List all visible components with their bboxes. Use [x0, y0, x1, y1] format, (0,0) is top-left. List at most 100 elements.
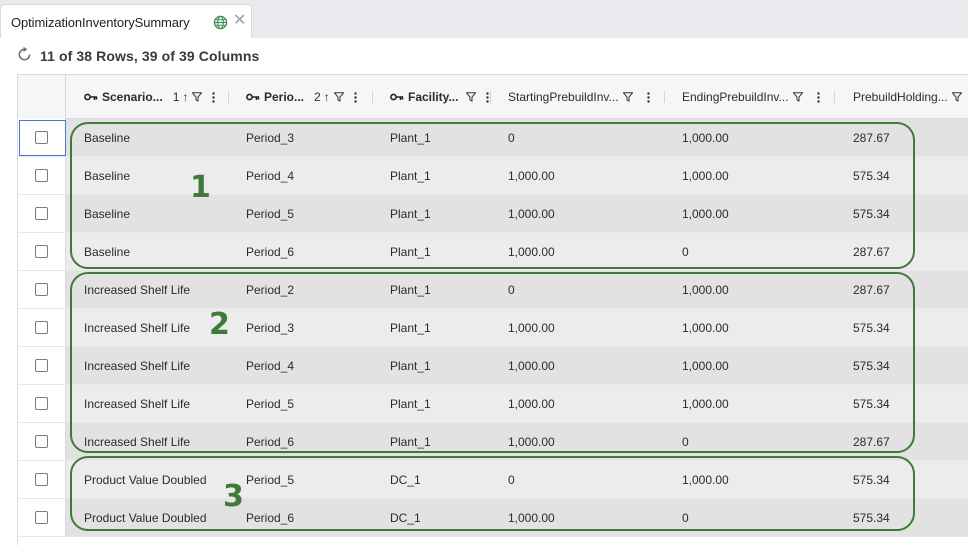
column-separator[interactable] — [834, 91, 835, 103]
cell-facility[interactable]: Plant_1 — [390, 119, 431, 156]
cell-facility[interactable]: Plant_1 — [390, 271, 431, 308]
cell-starting-prebuild[interactable]: 1,000.00 — [508, 309, 555, 346]
cell-prebuild-holding[interactable]: 287.67 — [853, 119, 890, 156]
cell-scenario[interactable]: Increased Shelf Life — [84, 385, 190, 422]
table-row[interactable]: Baseline Period_3 Plant_1 0 1,000.00 287… — [18, 119, 968, 157]
cell-scenario[interactable]: Baseline — [84, 157, 130, 194]
row-select-cell[interactable] — [18, 499, 66, 536]
cell-ending-prebuild[interactable]: 0 — [682, 423, 689, 460]
cell-period[interactable]: Period_5 — [246, 461, 294, 498]
cell-ending-prebuild[interactable]: 1,000.00 — [682, 119, 729, 156]
cell-scenario[interactable]: Increased Shelf Life — [84, 423, 190, 460]
cell-period[interactable]: Period_6 — [246, 499, 294, 536]
column-separator[interactable] — [664, 91, 665, 103]
column-menu-icon[interactable] — [354, 91, 357, 103]
cell-scenario[interactable]: Product Value Doubled — [84, 499, 207, 536]
cell-starting-prebuild[interactable]: 1,000.00 — [508, 195, 555, 232]
table-row[interactable]: Increased Shelf Life Period_4 Plant_1 1,… — [18, 347, 968, 385]
cell-starting-prebuild[interactable]: 1,000.00 — [508, 385, 555, 422]
cell-prebuild-holding[interactable]: 575.34 — [853, 195, 890, 232]
cell-prebuild-holding[interactable]: 575.34 — [853, 347, 890, 384]
cell-period[interactable]: Period_4 — [246, 347, 294, 384]
cell-facility[interactable]: Plant_1 — [390, 233, 431, 270]
cell-prebuild-holding[interactable]: 287.67 — [853, 271, 890, 308]
cell-scenario[interactable]: Increased Shelf Life — [84, 309, 190, 346]
row-checkbox[interactable] — [35, 359, 48, 372]
filter-icon[interactable] — [333, 92, 344, 102]
column-header-scenario[interactable]: Scenario... 1 ↑ — [84, 75, 216, 119]
table-row[interactable]: Baseline Period_4 Plant_1 1,000.00 1,000… — [18, 157, 968, 195]
row-checkbox[interactable] — [35, 283, 48, 296]
table-row[interactable]: Increased Shelf Life Period_5 Plant_1 1,… — [18, 385, 968, 423]
column-header-starting-prebuild-inv[interactable]: StartingPrebuildInv... — [508, 75, 650, 119]
cell-facility[interactable]: DC_1 — [390, 461, 421, 498]
row-select-cell[interactable] — [18, 271, 66, 308]
row-checkbox[interactable] — [35, 245, 48, 258]
cell-facility[interactable]: Plant_1 — [390, 423, 431, 460]
cell-ending-prebuild[interactable]: 1,000.00 — [682, 461, 729, 498]
cell-facility[interactable]: Plant_1 — [390, 347, 431, 384]
row-select-cell[interactable] — [18, 347, 66, 384]
cell-scenario[interactable]: Increased Shelf Life — [84, 347, 190, 384]
row-checkbox[interactable] — [35, 397, 48, 410]
cell-ending-prebuild[interactable]: 0 — [682, 499, 689, 536]
row-checkbox[interactable] — [35, 321, 48, 334]
cell-scenario[interactable]: Baseline — [84, 195, 130, 232]
cell-starting-prebuild[interactable]: 0 — [508, 461, 515, 498]
cell-ending-prebuild[interactable]: 1,000.00 — [682, 385, 729, 422]
cell-period[interactable]: Period_4 — [246, 157, 294, 194]
cell-starting-prebuild[interactable]: 1,000.00 — [508, 423, 555, 460]
cell-scenario[interactable]: Baseline — [84, 119, 130, 156]
cell-period[interactable]: Period_3 — [246, 119, 294, 156]
row-select-cell[interactable] — [18, 233, 66, 270]
column-separator[interactable] — [490, 91, 491, 103]
cell-scenario[interactable]: Product Value Doubled — [84, 461, 207, 498]
table-row[interactable]: Increased Shelf Life Period_3 Plant_1 1,… — [18, 309, 968, 347]
cell-ending-prebuild[interactable]: 1,000.00 — [682, 347, 729, 384]
cell-period[interactable]: Period_2 — [246, 271, 294, 308]
column-header-period[interactable]: Perio... 2 ↑ — [246, 75, 357, 119]
row-select-cell[interactable] — [18, 309, 66, 346]
table-row[interactable]: Baseline Period_5 Plant_1 1,000.00 1,000… — [18, 195, 968, 233]
row-select-cell[interactable] — [18, 461, 66, 498]
cell-facility[interactable]: Plant_1 — [390, 195, 431, 232]
close-icon[interactable]: ✕ — [233, 12, 246, 30]
cell-starting-prebuild[interactable]: 1,000.00 — [508, 499, 555, 536]
column-menu-icon[interactable] — [816, 91, 820, 103]
cell-starting-prebuild[interactable]: 1,000.00 — [508, 347, 555, 384]
row-select-cell[interactable] — [18, 195, 66, 232]
row-select-cell[interactable] — [18, 385, 66, 422]
sort-ascending-icon[interactable]: ↑ — [324, 90, 330, 104]
cell-starting-prebuild[interactable]: 1,000.00 — [508, 233, 555, 270]
row-checkbox[interactable] — [35, 131, 48, 144]
cell-ending-prebuild[interactable]: 1,000.00 — [682, 309, 729, 346]
cell-period[interactable]: Period_5 — [246, 385, 294, 422]
filter-icon[interactable] — [792, 92, 803, 102]
column-menu-icon[interactable] — [212, 91, 216, 103]
cell-facility[interactable]: Plant_1 — [390, 157, 431, 194]
cell-ending-prebuild[interactable]: 0 — [682, 233, 689, 270]
row-checkbox[interactable] — [35, 169, 48, 182]
cell-facility[interactable]: Plant_1 — [390, 309, 431, 346]
cell-starting-prebuild[interactable]: 1,000.00 — [508, 157, 555, 194]
cell-prebuild-holding[interactable]: 287.67 — [853, 423, 890, 460]
column-header-ending-prebuild-inv[interactable]: EndingPrebuildInv... — [682, 75, 820, 119]
filter-icon[interactable] — [466, 92, 477, 102]
cell-starting-prebuild[interactable]: 0 — [508, 119, 515, 156]
table-row[interactable]: Increased Shelf Life Period_2 Plant_1 0 … — [18, 271, 968, 309]
cell-starting-prebuild[interactable]: 0 — [508, 271, 515, 308]
table-row[interactable]: Product Value Doubled Period_6 DC_1 1,00… — [18, 499, 968, 537]
row-checkbox[interactable] — [35, 511, 48, 524]
cell-period[interactable]: Period_6 — [246, 423, 294, 460]
cell-facility[interactable]: DC_1 — [390, 499, 421, 536]
cell-period[interactable]: Period_6 — [246, 233, 294, 270]
column-separator[interactable] — [372, 91, 373, 103]
row-checkbox[interactable] — [35, 473, 48, 486]
column-header-prebuild-holding[interactable]: PrebuildHolding... — [853, 75, 962, 119]
row-select-cell[interactable] — [18, 157, 66, 194]
column-header-facility[interactable]: Facility... — [390, 75, 490, 119]
sort-ascending-icon[interactable]: ↑ — [182, 90, 188, 104]
cell-facility[interactable]: Plant_1 — [390, 385, 431, 422]
cell-ending-prebuild[interactable]: 1,000.00 — [682, 195, 729, 232]
row-checkbox[interactable] — [35, 207, 48, 220]
